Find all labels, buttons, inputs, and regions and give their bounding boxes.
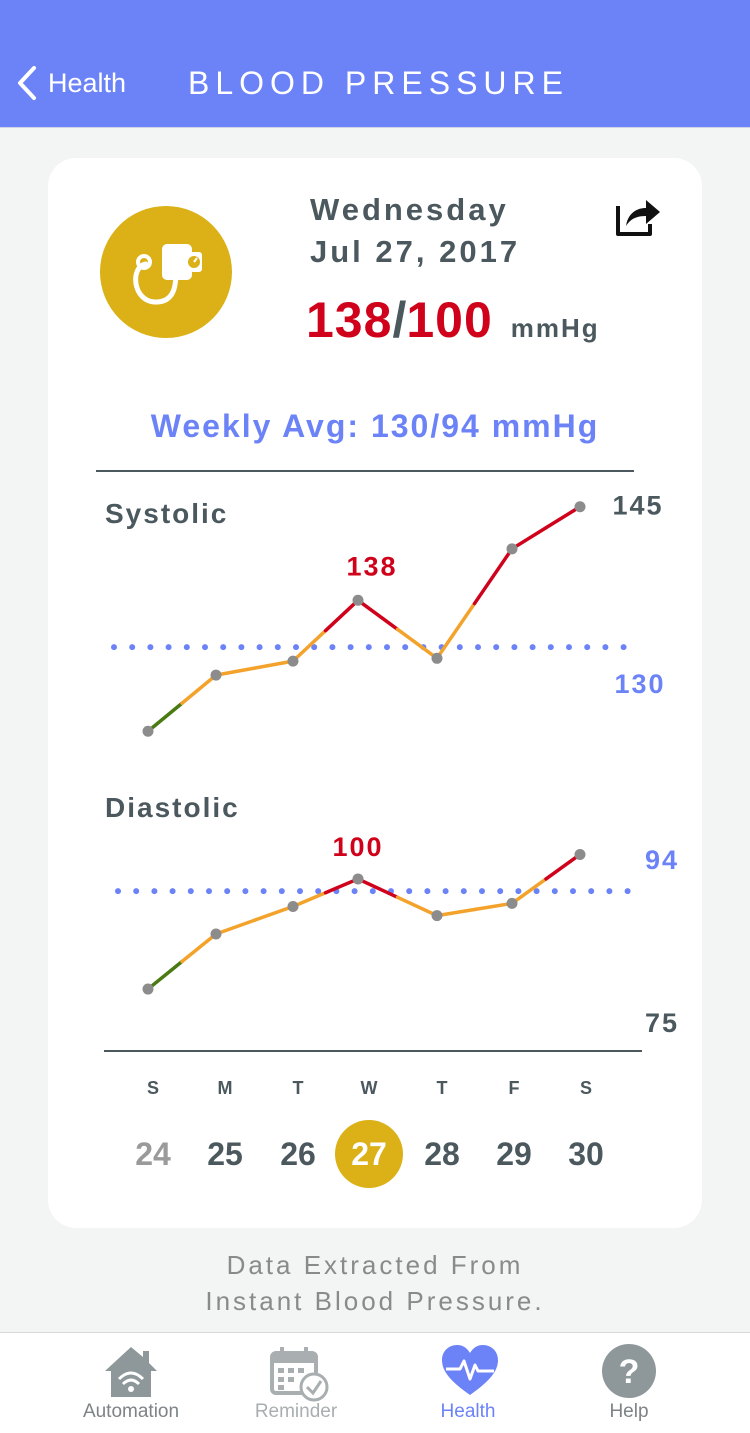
diastolic-segment [472,901,514,912]
diastolic-avg-label: 94 [645,845,679,875]
tab-health-label: Health [440,1401,496,1422]
diastolic-min-label: 75 [645,1008,679,1038]
day-button[interactable]: 24 [119,1120,187,1188]
weekday-letter: W [360,1078,378,1098]
weekly-charts: 145 130 138 94 75 100 [111,491,679,1038]
systolic-segment [472,547,514,606]
diastolic-point [506,897,518,909]
diastolic-point [431,910,443,922]
tab-automation[interactable]: Automation [41,1333,221,1433]
systolic-segment [510,526,548,551]
weekday-letter: S [579,1078,592,1098]
day-button[interactable]: 26 [264,1120,332,1188]
day-button[interactable]: 30 [552,1120,620,1188]
nav-bar: Health BLOOD PRESSURE [0,0,750,128]
day-button[interactable]: 28 [408,1120,476,1188]
weekday-letter: F [508,1078,520,1098]
systolic-segment [435,601,477,661]
diastolic-segment [544,852,582,881]
weekday-letter: M [217,1078,233,1098]
systolic-segment [180,673,218,705]
day-button[interactable]: 29 [480,1120,548,1188]
weekday-letter: T [292,1078,304,1098]
calendar-check-icon [270,1347,329,1402]
systolic-point [352,594,364,606]
systolic-point [574,501,586,513]
systolic-point [431,652,443,664]
diastolic-segment [214,918,257,936]
systolic-point [506,543,518,555]
systolic-max-label: 145 [612,491,663,521]
heart-pulse-icon [442,1345,498,1395]
systolic-segment [252,659,295,670]
help-icon: ? [602,1344,656,1398]
systolic-segment [146,701,184,734]
back-button[interactable]: Health [16,62,126,104]
diastolic-point [210,928,222,940]
home-wifi-icon [105,1347,157,1397]
diastolic-point [142,983,154,995]
diastolic-peak-label: 100 [332,832,383,862]
chevron-left-icon [18,66,36,100]
systolic-segment [323,598,360,633]
diastolic-point [287,900,299,912]
systolic-segment [214,666,257,677]
diastolic-segment [395,895,439,918]
tab-health[interactable]: Health [378,1333,558,1433]
diastolic-segment [146,959,184,991]
tab-help-label: Help [609,1401,649,1422]
diastolic-segment [180,932,218,964]
tab-reminder-label: Reminder [254,1401,338,1422]
systolic-peak-label: 138 [346,551,397,581]
footer-note-line1: Data Extracted From [226,1250,524,1280]
diastolic-point [574,848,586,860]
diastolic-segment [435,907,477,918]
weekday-letter: S [146,1078,159,1098]
tab-bar: Automation Reminder Health ? Help [0,1332,750,1433]
diastolic-segment [252,904,295,922]
day-selected[interactable]: 27 [335,1120,403,1188]
diastolic-segment [356,877,400,900]
day-button[interactable]: 25 [191,1120,259,1188]
weekday-letter: T [436,1078,448,1098]
systolic-point [210,669,222,681]
bottom-divider [104,1050,642,1052]
page-title: BLOOD PRESSURE [188,65,569,101]
systolic-segment [395,627,439,661]
systolic-segment [356,598,400,632]
diastolic-point [352,873,364,885]
tab-help[interactable]: ? Help [539,1333,719,1433]
systolic-segment [544,504,582,530]
systolic-avg-label: 130 [614,669,665,699]
systolic-point [142,725,154,737]
blood-pressure-card: Wednesday Jul 27, 2017 138/100 mmHg Weekl… [48,158,702,1228]
tab-reminder[interactable]: Reminder [206,1333,386,1433]
footer-note-line2: Instant Blood Pressure. [205,1286,545,1316]
back-button-label: Health [48,67,127,98]
svg-text:?: ? [619,1353,640,1391]
systolic-point [287,655,299,667]
tab-automation-label: Automation [82,1401,180,1422]
